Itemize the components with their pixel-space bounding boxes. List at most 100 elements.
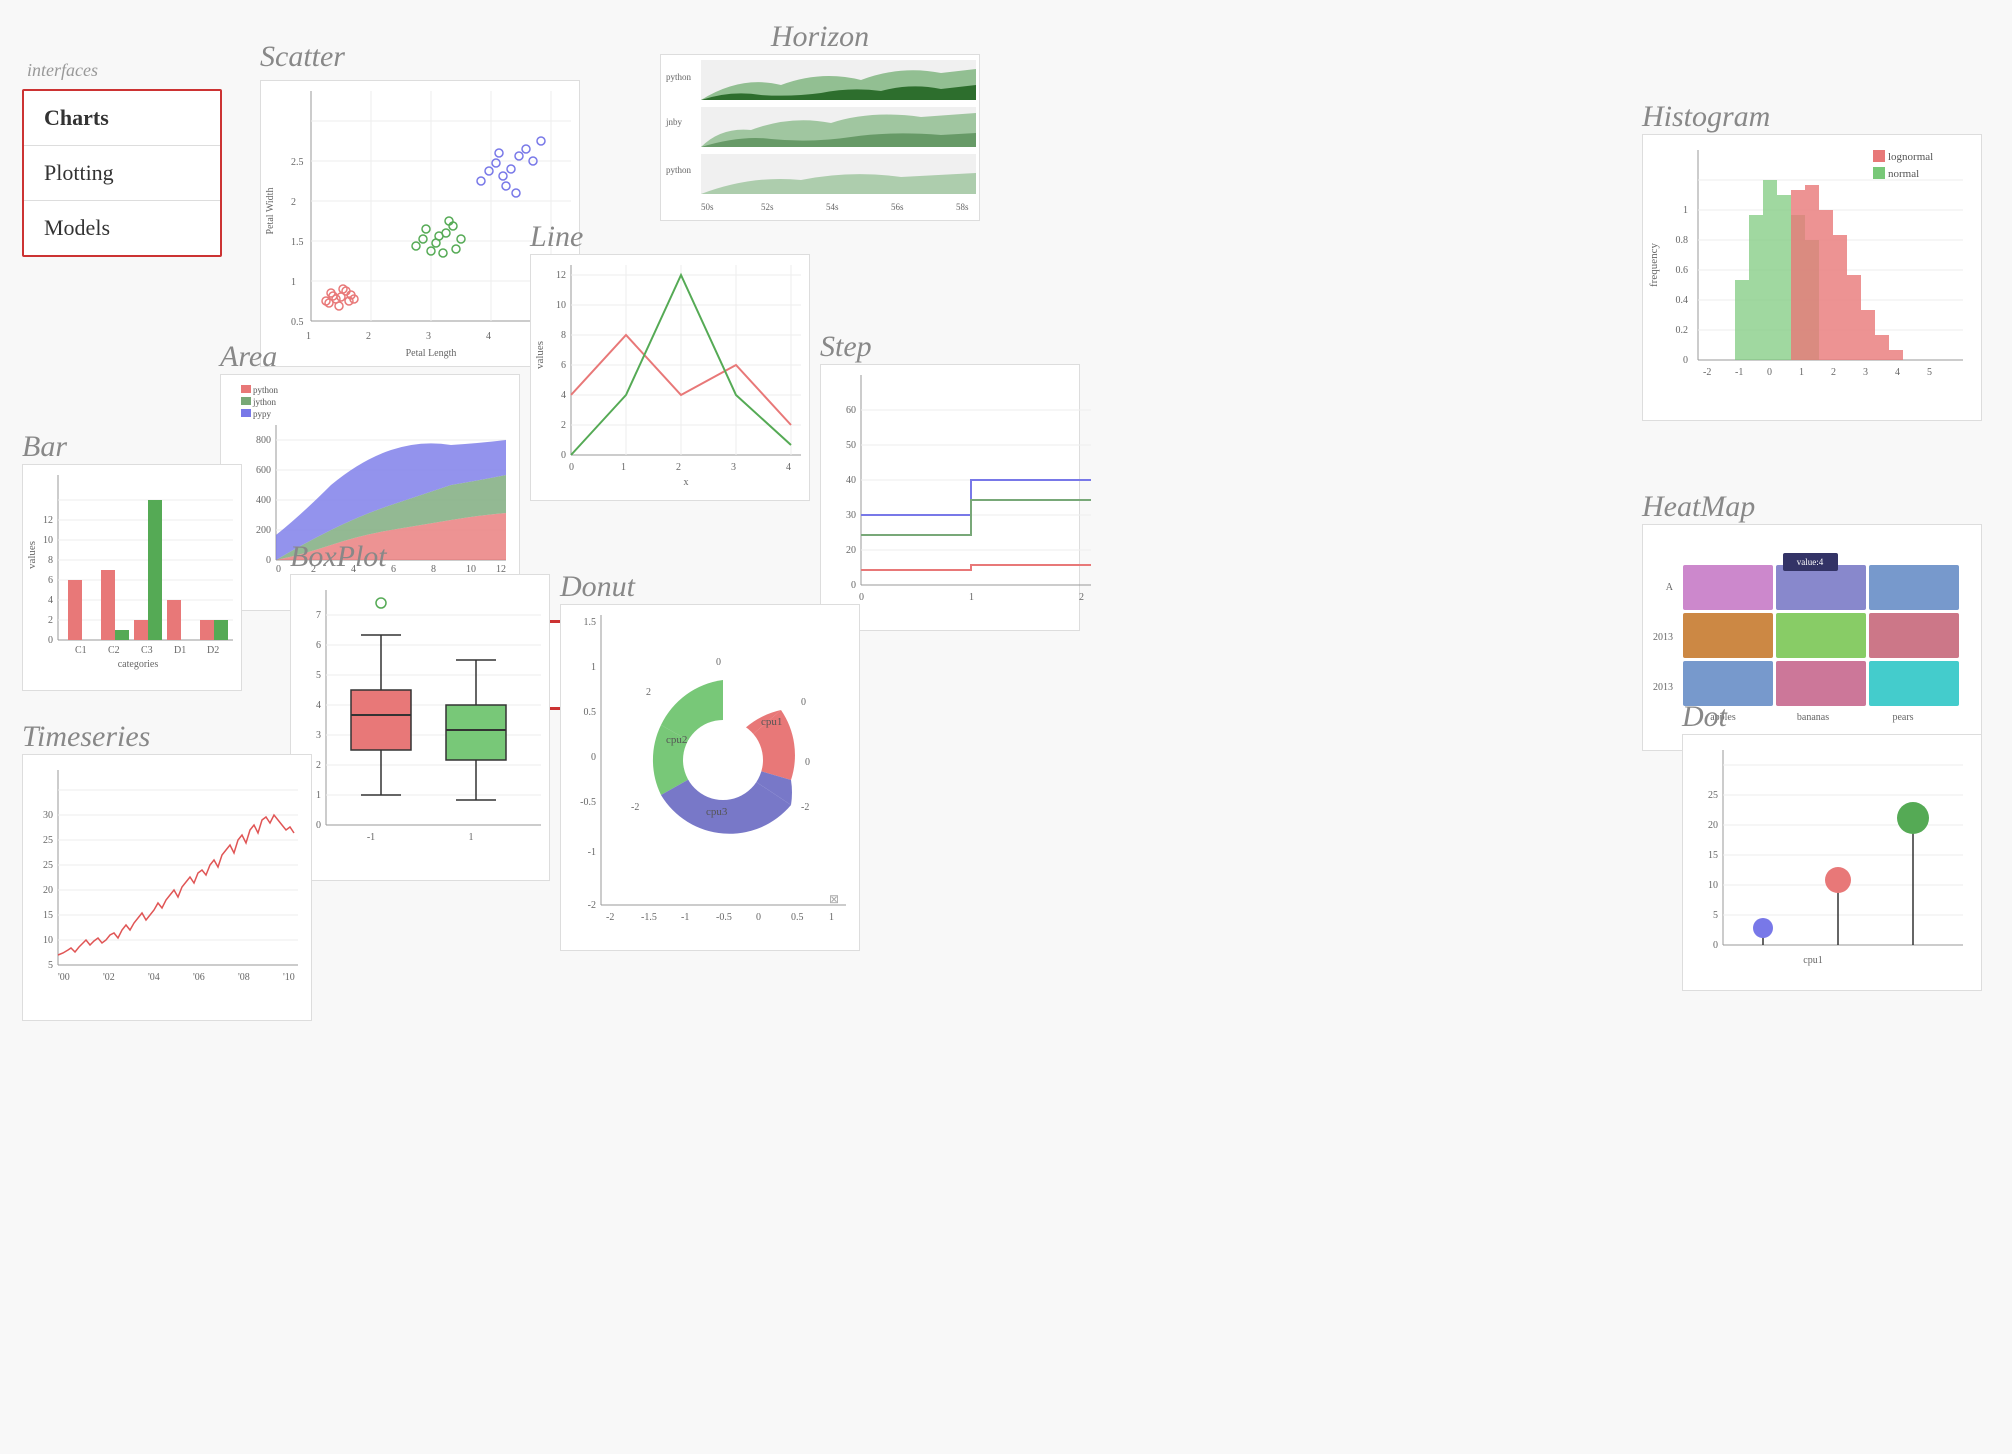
svg-text:0: 0 <box>1767 367 1772 378</box>
svg-text:'00: '00 <box>58 972 70 983</box>
svg-text:5: 5 <box>316 670 321 681</box>
svg-text:30: 30 <box>846 510 856 521</box>
svg-text:8: 8 <box>48 555 53 566</box>
svg-text:-2: -2 <box>1703 367 1711 378</box>
svg-text:54s: 54s <box>826 202 839 212</box>
donut-svg: -2 -1 -0.5 0 0.5 1 1.5 -2 -1.5 -1 -0.5 0… <box>561 605 861 945</box>
histogram-section: Histogram lognormal normal 0 0.2 <box>1642 100 1982 421</box>
svg-text:cpu1: cpu1 <box>761 716 782 728</box>
svg-text:400: 400 <box>256 495 271 506</box>
svg-text:-1: -1 <box>367 832 375 843</box>
svg-text:C1: C1 <box>75 645 87 656</box>
bar-svg: 0 2 4 6 8 10 12 C1 C2 C3 D1 D2 categorie… <box>23 465 243 685</box>
svg-text:1: 1 <box>829 912 834 923</box>
svg-text:3: 3 <box>731 462 736 473</box>
svg-text:10: 10 <box>1708 880 1718 891</box>
donut-section: Donut -2 -1 -0.5 0 0.5 1 1.5 -2 -1.5 -1 … <box>560 570 860 951</box>
svg-text:10: 10 <box>43 935 53 946</box>
boxplot-svg: 0 1 2 3 4 5 6 7 -1 1 <box>291 575 551 875</box>
svg-text:50: 50 <box>846 440 856 451</box>
page-container: { "sidebar": { "label": "interfaces", "i… <box>0 0 2012 1454</box>
svg-text:0: 0 <box>561 450 566 461</box>
svg-text:0: 0 <box>1713 940 1718 951</box>
svg-text:50s: 50s <box>701 202 714 212</box>
svg-text:0.2: 0.2 <box>1676 325 1689 336</box>
horizon-chart: python jnby python 50s 52s 54s 56s 5 <box>660 54 980 221</box>
svg-text:D1: D1 <box>174 645 186 656</box>
svg-text:cpu3: cpu3 <box>706 806 728 818</box>
svg-text:cpu1: cpu1 <box>1803 955 1822 966</box>
svg-text:0.8: 0.8 <box>1676 235 1689 246</box>
svg-text:4: 4 <box>48 595 53 606</box>
histogram-svg: lognormal normal 0 0.2 0.4 0.6 0.8 1 <box>1643 135 1983 415</box>
step-title: Step <box>820 330 1080 364</box>
svg-text:0: 0 <box>591 752 596 763</box>
svg-text:3: 3 <box>1863 367 1868 378</box>
svg-text:0: 0 <box>805 757 810 768</box>
timeseries-chart: 5 10 15 20 25 25 30 '00 '02 '04 '06 '08 … <box>22 754 312 1021</box>
svg-text:12: 12 <box>43 515 53 526</box>
svg-text:0: 0 <box>276 564 281 575</box>
svg-text:10: 10 <box>43 535 53 546</box>
svg-text:1: 1 <box>469 832 474 843</box>
svg-text:2013: 2013 <box>1653 632 1673 643</box>
svg-text:frequency: frequency <box>1648 243 1660 287</box>
bar-title: Bar <box>22 430 242 464</box>
svg-text:1.5: 1.5 <box>584 617 597 628</box>
svg-text:25: 25 <box>43 860 53 871</box>
svg-text:2: 2 <box>291 197 296 208</box>
svg-text:5: 5 <box>48 960 53 971</box>
heatmap-title: HeatMap <box>1642 490 1982 524</box>
sidebar-item-charts[interactable]: Charts <box>24 91 220 146</box>
svg-text:values: values <box>534 341 546 369</box>
svg-text:3: 3 <box>316 730 321 741</box>
svg-text:0.6: 0.6 <box>1676 265 1689 276</box>
svg-text:1: 1 <box>1799 367 1804 378</box>
svg-text:-0.5: -0.5 <box>716 912 732 923</box>
svg-text:6: 6 <box>316 640 321 651</box>
donut-title: Donut <box>560 570 860 604</box>
svg-text:4: 4 <box>561 390 566 401</box>
donut-chart: -2 -1 -0.5 0 0.5 1 1.5 -2 -1.5 -1 -0.5 0… <box>560 604 860 951</box>
svg-text:2.5: 2.5 <box>291 157 304 168</box>
horizon-title: Horizon <box>660 20 980 54</box>
svg-text:4: 4 <box>1895 367 1900 378</box>
svg-text:5: 5 <box>1927 367 1932 378</box>
sidebar-item-models[interactable]: Models <box>24 201 220 255</box>
svg-text:0.5: 0.5 <box>791 912 804 923</box>
svg-text:5: 5 <box>1713 910 1718 921</box>
scatter-title: Scatter <box>260 40 580 74</box>
svg-text:jnby: jnby <box>665 117 683 127</box>
svg-text:6: 6 <box>48 575 53 586</box>
svg-text:2: 2 <box>646 687 651 698</box>
svg-text:0: 0 <box>48 635 53 646</box>
svg-text:0.5: 0.5 <box>291 317 304 328</box>
sidebar: interfaces Charts Plotting Models <box>22 60 222 257</box>
svg-text:58s: 58s <box>956 202 969 212</box>
svg-text:15: 15 <box>1708 850 1718 861</box>
svg-text:56s: 56s <box>891 202 904 212</box>
svg-text:1: 1 <box>591 662 596 673</box>
svg-text:C2: C2 <box>108 645 120 656</box>
boxplot-section: BoxPlot 0 1 2 3 4 5 6 7 <box>290 540 550 881</box>
line-title: Line <box>530 220 810 254</box>
svg-text:python: python <box>253 385 279 395</box>
svg-text:'10: '10 <box>283 972 295 983</box>
svg-text:25: 25 <box>43 835 53 846</box>
svg-text:1: 1 <box>316 790 321 801</box>
svg-text:A: A <box>1666 582 1674 593</box>
svg-text:1: 1 <box>1683 205 1688 216</box>
horizon-svg: python jnby python 50s 52s 54s 56s 5 <box>661 55 981 215</box>
svg-text:0.4: 0.4 <box>1676 295 1689 306</box>
svg-text:categories: categories <box>118 659 159 670</box>
svg-text:'02: '02 <box>103 972 115 983</box>
svg-text:jython: jython <box>252 397 277 407</box>
svg-text:pypy: pypy <box>253 409 272 419</box>
svg-text:8: 8 <box>561 330 566 341</box>
bar-chart: 0 2 4 6 8 10 12 C1 C2 C3 D1 D2 categorie… <box>22 464 242 691</box>
sidebar-item-plotting[interactable]: Plotting <box>24 146 220 201</box>
svg-text:Petal Width: Petal Width <box>265 188 276 235</box>
svg-text:0.5: 0.5 <box>584 707 597 718</box>
svg-text:-1.5: -1.5 <box>641 912 657 923</box>
svg-text:values: values <box>26 541 38 569</box>
